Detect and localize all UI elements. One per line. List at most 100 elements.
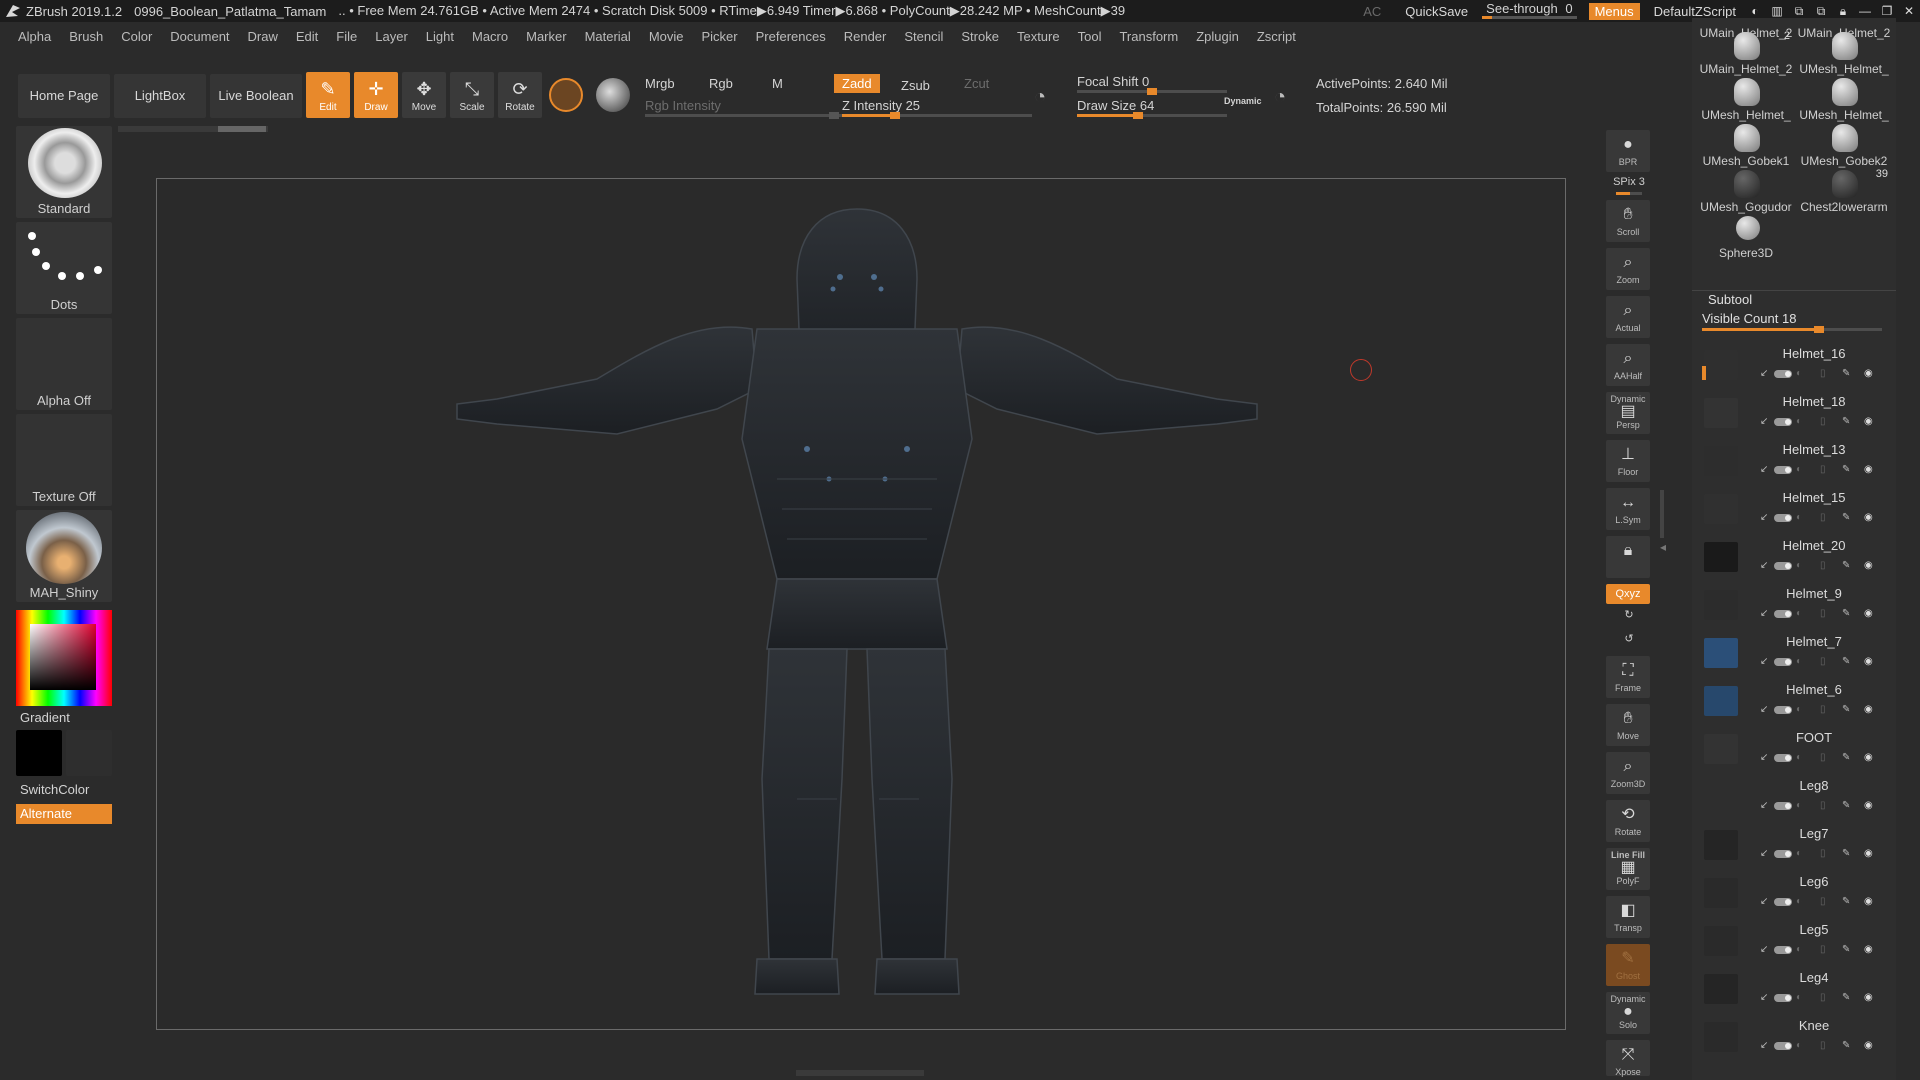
dynamic-icon[interactable]: ◔ [1274, 86, 1286, 109]
subtool-eye-icon[interactable]: ◉ [1864, 752, 1873, 763]
subtool-row[interactable]: Leg4 ↙ ◐ ▯ ✎ ◉ [1700, 964, 1888, 1012]
subtool-eye-icon[interactable]: ◉ [1864, 1040, 1873, 1051]
subtool-brush-icon[interactable]: ✎ [1842, 1040, 1850, 1051]
xyz-button[interactable]: Qxyz [1606, 584, 1650, 604]
subtool-row[interactable]: Knee ↙ ◐ ▯ ✎ ◉ [1700, 1012, 1888, 1060]
tool-thumb-umesh-gobek1[interactable]: UMesh_Gobek1 [1698, 122, 1794, 168]
solo-button[interactable]: Dynamic ● Solo [1606, 992, 1650, 1034]
subtool-dot-icon[interactable]: ▯ [1820, 1040, 1826, 1051]
subtool-eye-icon[interactable]: ◉ [1864, 992, 1873, 1003]
subtool-toggle[interactable] [1774, 562, 1792, 570]
actual-button[interactable]: ⌕ Actual [1606, 296, 1650, 338]
menu-stroke[interactable]: Stroke [952, 29, 1008, 44]
switchcolor-button[interactable]: SwitchColor [20, 782, 89, 797]
subtool-toggle[interactable] [1774, 802, 1792, 810]
color-palette[interactable] [16, 610, 112, 706]
menu-draw[interactable]: Draw [239, 29, 287, 44]
subtool-arrow-icon[interactable]: ↙ [1760, 1040, 1768, 1051]
menu-preferences[interactable]: Preferences [747, 29, 835, 44]
subtool-dot-icon[interactable]: ▯ [1820, 656, 1826, 667]
subtool-circle-icon[interactable]: ◐ [1796, 992, 1802, 1003]
home-page-button[interactable]: Home Page [18, 74, 110, 118]
subtool-row[interactable]: Helmet_13 ↙ ◐ ▯ ✎ ◉ [1700, 436, 1888, 484]
menu-layer[interactable]: Layer [366, 29, 417, 44]
subtool-dot-icon[interactable]: ▯ [1820, 560, 1826, 571]
floor-button[interactable]: ⊥ Floor [1606, 440, 1650, 482]
subtool-arrow-icon[interactable]: ↙ [1760, 368, 1768, 379]
subtool-circle-icon[interactable]: ◐ [1796, 848, 1802, 859]
quicksave-button[interactable]: QuickSave [1397, 4, 1476, 19]
menu-document[interactable]: Document [161, 29, 238, 44]
menu-marker[interactable]: Marker [517, 29, 575, 44]
document-canvas[interactable] [156, 178, 1566, 1030]
spix-label[interactable]: SPix 3 [1606, 176, 1652, 188]
menu-alpha[interactable]: Alpha [0, 29, 60, 44]
subtool-circle-icon[interactable]: ◐ [1796, 608, 1802, 619]
ghost-button[interactable]: ✎ Ghost [1606, 944, 1650, 986]
aahalf-button[interactable]: ⌕ AAHalf [1606, 344, 1650, 386]
rgb-button[interactable]: Rgb [709, 76, 733, 91]
subtool-arrow-icon[interactable]: ↙ [1760, 560, 1768, 571]
secondary-color-swatch[interactable] [66, 730, 112, 776]
subtool-eye-icon[interactable]: ◉ [1864, 512, 1873, 523]
subtool-toggle[interactable] [1774, 850, 1792, 858]
subtool-circle-icon[interactable]: ◐ [1796, 512, 1802, 523]
menu-texture[interactable]: Texture [1008, 29, 1069, 44]
armored-character-model[interactable] [157, 179, 1567, 1031]
subtool-brush-icon[interactable]: ✎ [1842, 560, 1850, 571]
subtool-row[interactable]: Leg6 ↙ ◐ ▯ ✎ ◉ [1700, 868, 1888, 916]
subtool-dot-icon[interactable]: ▯ [1820, 512, 1826, 523]
subtool-row[interactable]: Leg5 ↙ ◐ ▯ ✎ ◉ [1700, 916, 1888, 964]
subtool-circle-icon[interactable]: ◐ [1796, 704, 1802, 715]
subtool-arrow-icon[interactable]: ↙ [1760, 896, 1768, 907]
rgb-intensity-slider[interactable] [645, 112, 845, 119]
color-picker-square[interactable] [30, 624, 96, 690]
subtool-eye-icon[interactable]: ◉ [1864, 800, 1873, 811]
tool-thumb-umain-helmet-2[interactable]: UMain_Helmet_2 2 [1698, 30, 1794, 76]
menu-edit[interactable]: Edit [287, 29, 327, 44]
right-panel-collapse-arrow[interactable]: ◂ [1660, 540, 1666, 560]
subtool-dot-icon[interactable]: ▯ [1820, 848, 1826, 859]
subtool-title[interactable]: Subtool [1708, 292, 1752, 307]
polyf-button[interactable]: Line Fill ▦ PolyF [1606, 848, 1650, 890]
subtool-dot-icon[interactable]: ▯ [1820, 992, 1826, 1003]
subtool-eye-icon[interactable]: ◉ [1864, 656, 1873, 667]
subtool-row[interactable]: FOOT ↙ ◐ ▯ ✎ ◉ [1700, 724, 1888, 772]
subtool-circle-icon[interactable]: ◐ [1796, 656, 1802, 667]
material-selector[interactable]: MAH_Shiny [16, 510, 112, 602]
subtool-arrow-icon[interactable]: ↙ [1760, 752, 1768, 763]
tool-thumb-umesh-helmet-[interactable]: UMesh_Helmet_ [1698, 76, 1794, 122]
menu-brush[interactable]: Brush [60, 29, 112, 44]
subtool-circle-icon[interactable]: ◐ [1796, 896, 1802, 907]
zoom-button[interactable]: ⌕ Zoom [1606, 248, 1650, 290]
alpha-selector[interactable]: Alpha Off [16, 318, 112, 410]
texture-selector[interactable]: Texture Off [16, 414, 112, 506]
edit-button[interactable]: ✎ Edit [306, 72, 350, 118]
subtool-eye-icon[interactable]: ◉ [1864, 944, 1873, 955]
menu-stencil[interactable]: Stencil [895, 29, 952, 44]
subtool-eye-icon[interactable]: ◉ [1864, 896, 1873, 907]
see-through-slider[interactable]: See-through 0 [1476, 2, 1582, 20]
transp-button[interactable]: ◧ Transp [1606, 896, 1650, 938]
subtool-dot-icon[interactable]: ▯ [1820, 896, 1826, 907]
gradient-label[interactable]: Gradient [20, 710, 70, 725]
subtool-dot-icon[interactable]: ▯ [1820, 416, 1826, 427]
subtool-brush-icon[interactable]: ✎ [1842, 752, 1850, 763]
subtool-brush-icon[interactable]: ✎ [1842, 848, 1850, 859]
spix-slider[interactable] [1616, 192, 1642, 195]
focal-shift-slider[interactable] [1077, 88, 1227, 95]
subtool-brush-icon[interactable]: ✎ [1842, 416, 1850, 427]
tool-thumb-chest2lowerarm[interactable]: Chest2lowerarm 39 [1796, 168, 1892, 214]
subtool-eye-icon[interactable]: ◉ [1864, 848, 1873, 859]
subtool-eye-icon[interactable]: ◉ [1864, 464, 1873, 475]
lightbox-button[interactable]: LightBox [114, 74, 206, 118]
zcut-button[interactable]: Zcut [964, 76, 989, 91]
rotate-z-icon[interactable]: ↺ [1606, 632, 1652, 645]
subtool-toggle[interactable] [1774, 754, 1792, 762]
primary-color-swatch[interactable] [16, 730, 62, 776]
right-panel-divider[interactable] [1660, 490, 1664, 538]
menu-light[interactable]: Light [417, 29, 463, 44]
menu-tool[interactable]: Tool [1069, 29, 1111, 44]
xpose-button[interactable]: ⤧ Xpose [1606, 1040, 1650, 1077]
subtool-arrow-icon[interactable]: ↙ [1760, 992, 1768, 1003]
